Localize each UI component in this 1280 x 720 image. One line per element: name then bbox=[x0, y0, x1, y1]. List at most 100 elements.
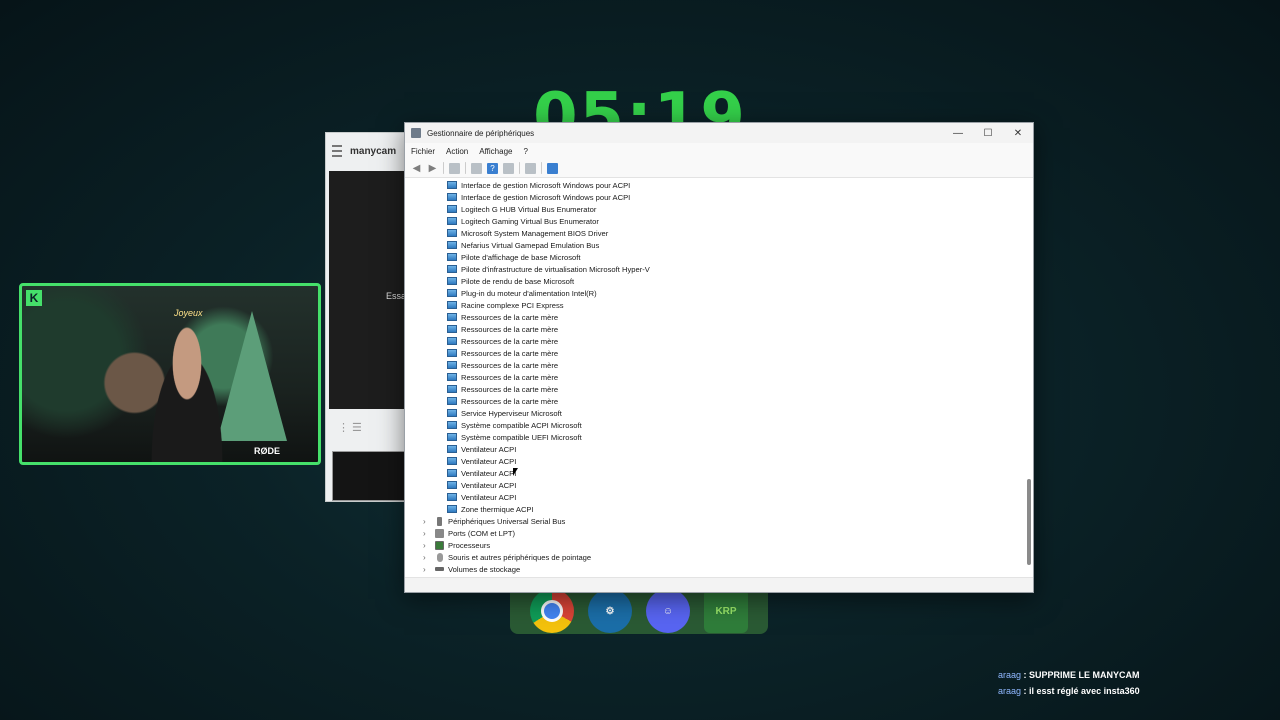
device-item[interactable]: Ventilateur ACPI bbox=[405, 479, 1025, 491]
device-item[interactable]: Ressources de la carte mère bbox=[405, 395, 1025, 407]
help-icon[interactable]: ? bbox=[487, 162, 498, 174]
device-label: Pilote de rendu de base Microsoft bbox=[461, 276, 575, 286]
chevron-right-icon[interactable]: › bbox=[423, 553, 435, 562]
device-item[interactable]: Racine complexe PCI Express bbox=[405, 299, 1025, 311]
device-item[interactable]: Système compatible UEFI Microsoft bbox=[405, 431, 1025, 443]
system-device-icon bbox=[447, 481, 457, 489]
krp-icon[interactable]: KRP bbox=[704, 589, 748, 633]
device-label: Pilote d'infrastructure de virtualisatio… bbox=[461, 264, 650, 274]
device-item[interactable]: Ressources de la carte mère bbox=[405, 383, 1025, 395]
device-item[interactable]: Service Hyperviseur Microsoft bbox=[405, 407, 1025, 419]
disk-icon bbox=[435, 567, 444, 571]
device-item[interactable]: Microsoft System Management BIOS Driver bbox=[405, 227, 1025, 239]
minimize-icon[interactable]: — bbox=[943, 128, 973, 139]
menu-action[interactable]: Action bbox=[446, 147, 468, 156]
category-processors[interactable]: › Processeurs bbox=[405, 539, 1025, 551]
device-item[interactable]: Ressources de la carte mère bbox=[405, 311, 1025, 323]
device-manager-window[interactable]: Gestionnaire de périphériques — ☐ ✕ Fich… bbox=[404, 122, 1034, 593]
device-label: Ressources de la carte mère bbox=[461, 312, 559, 322]
chrome-icon[interactable] bbox=[530, 589, 574, 633]
device-item[interactable]: Nefarius Virtual Gamepad Emulation Bus bbox=[405, 239, 1025, 251]
window-title: Gestionnaire de périphériques bbox=[427, 128, 535, 138]
back-arrow-icon[interactable]: ◀ bbox=[411, 163, 422, 174]
chevron-right-icon[interactable]: › bbox=[423, 541, 435, 550]
device-item[interactable]: Logitech G HUB Virtual Bus Enumerator bbox=[405, 203, 1025, 215]
system-device-icon bbox=[447, 229, 457, 237]
device-item[interactable]: Ventilateur ACPI bbox=[405, 455, 1025, 467]
device-manager-icon bbox=[411, 128, 421, 138]
category-label: Souris et autres périphériques de pointa… bbox=[448, 552, 592, 562]
category-storage[interactable]: › Volumes de stockage bbox=[405, 563, 1025, 575]
update-driver-icon[interactable] bbox=[525, 162, 536, 174]
vertical-scrollbar[interactable] bbox=[1027, 179, 1031, 576]
scan-hardware-icon[interactable] bbox=[547, 162, 558, 174]
system-device-icon bbox=[447, 469, 457, 477]
device-item[interactable]: Ressources de la carte mère bbox=[405, 359, 1025, 371]
device-label: Racine complexe PCI Express bbox=[461, 300, 564, 310]
device-label: Service Hyperviseur Microsoft bbox=[461, 408, 562, 418]
manycam-thumbnail[interactable] bbox=[332, 451, 414, 501]
device-item[interactable]: Pilote d'infrastructure de virtualisatio… bbox=[405, 263, 1025, 275]
device-item[interactable]: Ressources de la carte mère bbox=[405, 371, 1025, 383]
webcam-overlay: Joyeux K RØDE bbox=[19, 283, 321, 465]
chevron-right-icon[interactable]: › bbox=[423, 529, 435, 538]
close-icon[interactable]: ✕ bbox=[1003, 128, 1033, 139]
menu-affichage[interactable]: Affichage bbox=[479, 147, 512, 156]
system-device-icon bbox=[447, 217, 457, 225]
system-device-icon bbox=[447, 313, 457, 321]
menu-bar: Fichier Action Affichage ? bbox=[405, 143, 1033, 159]
scrollbar-thumb[interactable] bbox=[1027, 479, 1031, 565]
device-label: Ventilateur ACPI bbox=[461, 492, 517, 502]
device-label: Pilote d'affichage de base Microsoft bbox=[461, 252, 581, 262]
system-device-icon bbox=[447, 421, 457, 429]
properties-icon[interactable] bbox=[471, 162, 482, 174]
menu-help[interactable]: ? bbox=[523, 147, 527, 156]
device-item[interactable]: Pilote de rendu de base Microsoft bbox=[405, 275, 1025, 287]
chat-username: araag bbox=[998, 670, 1022, 680]
forward-arrow-icon[interactable]: ▶ bbox=[427, 163, 438, 174]
device-item[interactable]: Ressources de la carte mère bbox=[405, 335, 1025, 347]
steam-icon[interactable]: ⚙ bbox=[588, 589, 632, 633]
device-item[interactable]: Ventilateur ACPI bbox=[405, 467, 1025, 479]
system-device-icon bbox=[447, 337, 457, 345]
port-icon bbox=[435, 528, 444, 538]
menu-fichier[interactable]: Fichier bbox=[411, 147, 435, 156]
device-item[interactable]: Ventilateur ACPI bbox=[405, 443, 1025, 455]
device-item[interactable]: Ventilateur ACPI bbox=[405, 491, 1025, 503]
chevron-right-icon[interactable]: › bbox=[423, 517, 435, 526]
category-mice[interactable]: › Souris et autres périphériques de point… bbox=[405, 551, 1025, 563]
maximize-icon[interactable]: ☐ bbox=[973, 128, 1003, 139]
toolbar-separator bbox=[541, 162, 542, 174]
device-item[interactable]: Interface de gestion Microsoft Windows p… bbox=[405, 191, 1025, 203]
device-tree[interactable]: Interface de gestion Microsoft Windows p… bbox=[405, 179, 1025, 576]
device-item[interactable]: Zone thermique ACPI bbox=[405, 503, 1025, 515]
device-item[interactable]: Plug-in du moteur d'alimentation Intel(R… bbox=[405, 287, 1025, 299]
device-item[interactable]: Interface de gestion Microsoft Windows p… bbox=[405, 179, 1025, 191]
device-item[interactable]: Système compatible ACPI Microsoft bbox=[405, 419, 1025, 431]
discord-icon[interactable]: ☺ bbox=[646, 589, 690, 633]
manycam-window[interactable]: manycam Essa ⋮ ☰ bbox=[325, 132, 415, 502]
chat-text: : il esst réglé avec insta360 bbox=[1021, 686, 1140, 696]
device-label: Logitech G HUB Virtual Bus Enumerator bbox=[461, 204, 597, 214]
system-device-icon bbox=[447, 505, 457, 513]
category-ports[interactable]: › Ports (COM et LPT) bbox=[405, 527, 1025, 539]
system-device-icon bbox=[447, 397, 457, 405]
category-usb[interactable]: › Périphériques Universal Serial Bus bbox=[405, 515, 1025, 527]
device-item[interactable]: Ressources de la carte mère bbox=[405, 323, 1025, 335]
device-item[interactable]: Pilote d'affichage de base Microsoft bbox=[405, 251, 1025, 263]
manycam-controls[interactable]: ⋮ ☰ bbox=[338, 421, 362, 434]
system-device-icon bbox=[447, 193, 457, 201]
manycam-logo: manycam bbox=[350, 145, 397, 157]
device-item[interactable]: Logitech Gaming Virtual Bus Enumerator bbox=[405, 215, 1025, 227]
system-device-icon bbox=[447, 289, 457, 297]
system-device-icon bbox=[447, 373, 457, 381]
manycam-header: manycam bbox=[326, 133, 414, 169]
show-hide-tree-icon[interactable] bbox=[449, 162, 460, 174]
title-bar[interactable]: Gestionnaire de périphériques — ☐ ✕ bbox=[405, 123, 1033, 143]
device-label: Ressources de la carte mère bbox=[461, 348, 559, 358]
hamburger-menu-icon[interactable] bbox=[332, 145, 342, 157]
action-icon[interactable] bbox=[503, 162, 514, 174]
device-item[interactable]: Ressources de la carte mère bbox=[405, 347, 1025, 359]
device-label: Système compatible UEFI Microsoft bbox=[461, 432, 582, 442]
chevron-right-icon[interactable]: › bbox=[423, 565, 435, 574]
